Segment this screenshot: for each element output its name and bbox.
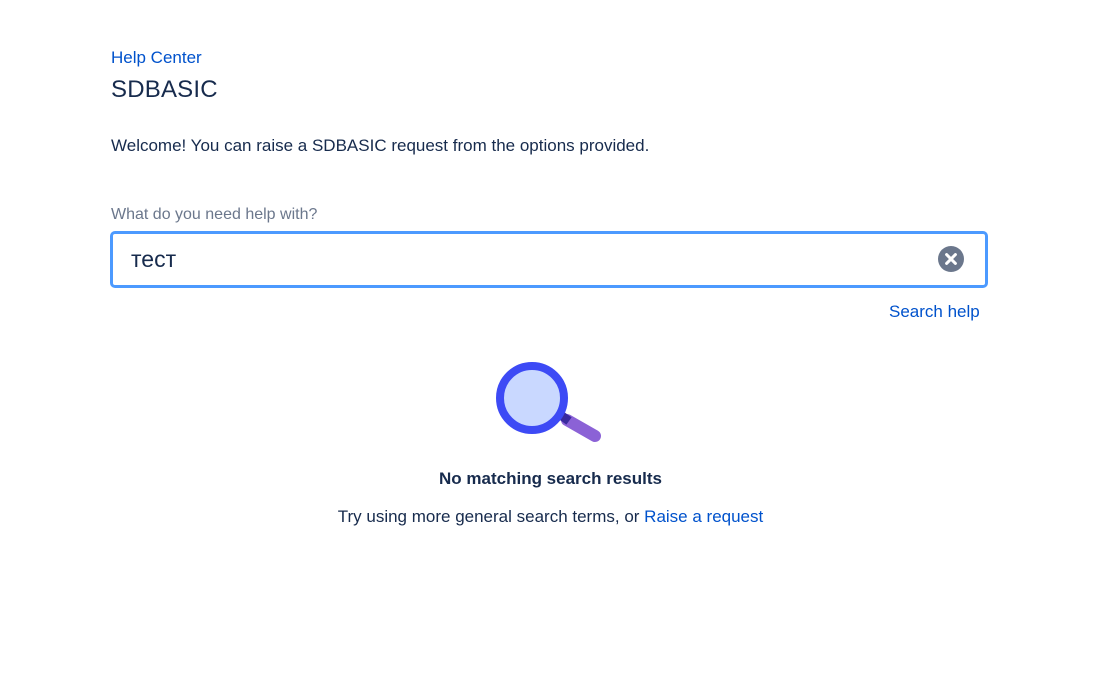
breadcrumb-help-center[interactable]: Help Center [111,48,202,68]
raise-request-link[interactable]: Raise a request [644,507,763,526]
clear-circle-icon [938,246,964,272]
help-center-page: Help Center SDBASIC Welcome! You can rai… [0,0,1101,688]
no-results-title: No matching search results [439,469,662,488]
no-results-hint: Try using more general search terms, or … [0,507,1101,527]
page-title: SDBASIC [111,76,218,103]
no-results-hint-text: Try using more general search terms, or [337,507,645,526]
search-label: What do you need help with? [111,206,318,223]
clear-search-button[interactable] [938,246,964,272]
welcome-message: Welcome! You can raise a SDBASIC request… [111,136,650,155]
search-box [110,231,988,288]
search-input[interactable] [131,234,921,285]
empty-results-illustration [494,360,604,444]
magnifying-glass-icon [496,362,601,442]
search-help-link[interactable]: Search help [889,302,980,322]
